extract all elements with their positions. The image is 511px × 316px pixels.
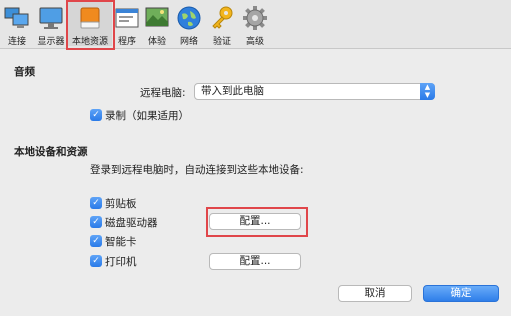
remote-computer-audio-select[interactable]: 带入到此电脑 ▲ ▼ — [194, 83, 435, 100]
remote-computer-audio-value: 带入到此电脑 — [201, 85, 264, 97]
disk-drive-checkbox[interactable]: ✓ — [90, 216, 102, 228]
clipboard-label: 剪贴板 — [105, 198, 137, 210]
printer-configure-button[interactable]: 配置... — [209, 253, 301, 270]
tab-connection[interactable]: 连接 — [2, 2, 32, 47]
local-devices-section-title: 本地设备和资源 — [14, 146, 88, 158]
audio-section-title: 音频 — [14, 66, 35, 78]
display-icon — [39, 7, 63, 29]
programs-icon — [115, 8, 139, 28]
select-updown-arrows-icon: ▲ ▼ — [420, 83, 435, 100]
tab-network[interactable]: 网络 — [175, 2, 203, 47]
connection-icon — [4, 7, 29, 28]
highlight-local-resources-tab — [66, 0, 115, 50]
network-globe-icon — [177, 6, 201, 30]
highlight-configure-button — [206, 207, 308, 237]
tab-experience[interactable]: 体验 — [143, 2, 171, 47]
tab-advanced[interactable]: 高级 — [240, 2, 270, 47]
clipboard-checkbox[interactable]: ✓ — [90, 197, 102, 209]
tab-programs[interactable]: 程序 — [114, 2, 140, 47]
record-label: 录制（如果适用） — [105, 110, 189, 122]
record-checkbox[interactable]: ✓ — [90, 109, 102, 121]
experience-icon — [145, 7, 169, 27]
tab-display[interactable]: 显示器 — [34, 2, 68, 47]
local-devices-description: 登录到远程电脑时，自动连接到这些本地设备: — [90, 164, 304, 176]
key-icon — [212, 6, 233, 29]
gear-icon — [243, 6, 267, 30]
remote-computer-label: 远程电脑: — [140, 87, 186, 99]
ok-button[interactable]: 确定 — [423, 285, 499, 302]
tab-verification[interactable]: 验证 — [207, 2, 237, 47]
smart-card-label: 智能卡 — [105, 236, 137, 248]
cancel-button[interactable]: 取消 — [338, 285, 412, 302]
smart-card-checkbox[interactable]: ✓ — [90, 235, 102, 247]
disk-drive-label: 磁盘驱动器 — [105, 217, 158, 229]
printer-checkbox[interactable]: ✓ — [90, 255, 102, 267]
printer-label: 打印机 — [105, 256, 137, 268]
